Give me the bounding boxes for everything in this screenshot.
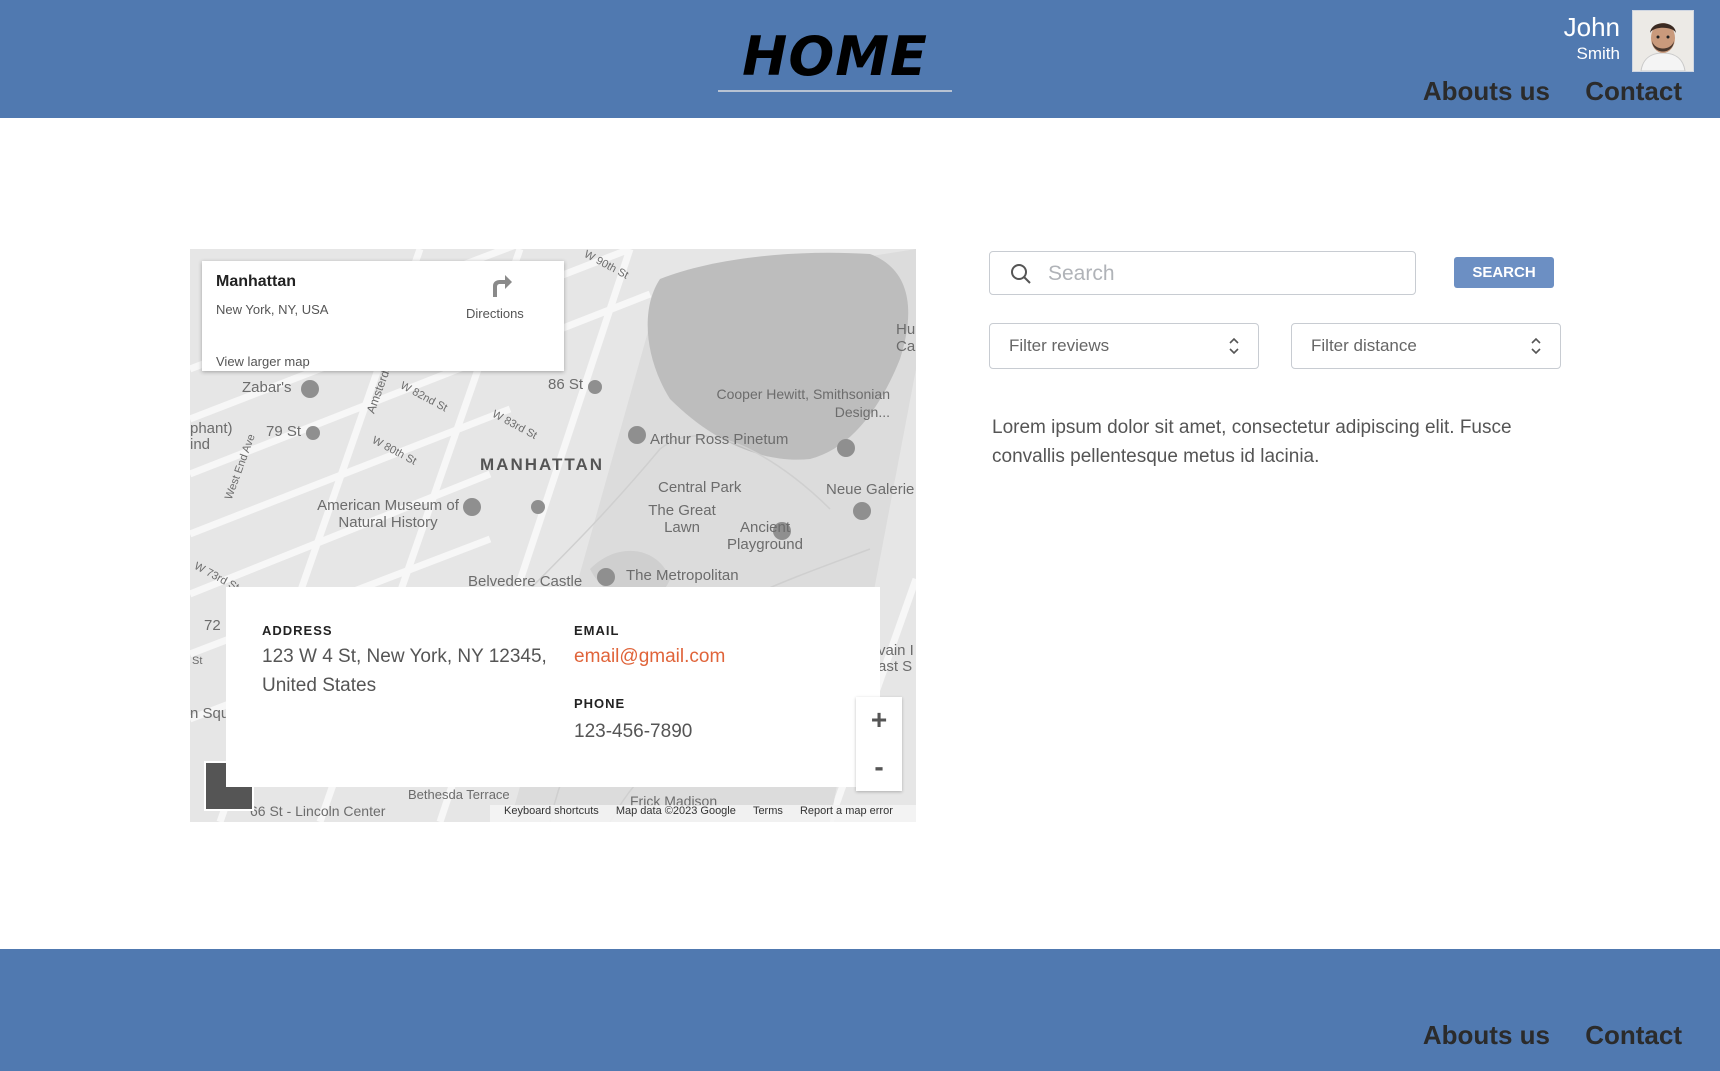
- address-line2: United States: [262, 675, 377, 696]
- map-label: Zabar's: [242, 379, 292, 396]
- chevron-updown-icon: [1531, 337, 1541, 355]
- search-button[interactable]: SEARCH: [1454, 257, 1554, 288]
- address-label: ADDRESS: [262, 623, 333, 638]
- search-input[interactable]: [1046, 258, 1400, 290]
- map-zoom-controls: + -: [856, 697, 902, 791]
- contact-card: ADDRESS 123 W 4 St, New York, NY 12345, …: [226, 587, 880, 787]
- map-label: Cooper Hewitt, Smithsonian Design...: [716, 386, 890, 420]
- map-label: 66 St - Lincoln Center: [250, 803, 386, 819]
- avatar[interactable]: [1632, 10, 1694, 72]
- map-label: 79 St: [266, 423, 302, 440]
- chevron-updown-icon: [1229, 337, 1239, 355]
- footer: Abouts us Contact: [0, 949, 1720, 1071]
- map-label: The Great Lawn: [648, 502, 716, 536]
- email-link[interactable]: email@gmail.com: [574, 642, 725, 671]
- page-title: HOME: [718, 24, 952, 92]
- map-label: vain I ast S: [878, 642, 914, 675]
- place-name: Manhattan: [216, 273, 296, 290]
- map-label: Ancient Playground: [727, 519, 803, 553]
- map-label: n Squ: [190, 705, 230, 722]
- footer-about-link[interactable]: Abouts us: [1423, 1020, 1550, 1050]
- description-text: Lorem ipsum dolor sit amet, consectetur …: [992, 417, 1512, 467]
- filter-reviews-label: Filter reviews: [1009, 336, 1110, 355]
- zoom-in-button[interactable]: +: [856, 697, 902, 744]
- map-label: MANHATTAN: [480, 455, 605, 474]
- map-data-text: Map data ©2023 Google: [615, 805, 736, 817]
- filter-reviews-select[interactable]: Filter reviews: [989, 323, 1259, 369]
- report-error-link[interactable]: Report a map error: [800, 805, 893, 817]
- map-label: phant) ind: [190, 420, 233, 453]
- place-card: Manhattan New York, NY, USA View larger …: [202, 261, 564, 371]
- map-label: The Metropolitan: [626, 567, 739, 584]
- address-line1: 123 W 4 St, New York, NY 12345,: [262, 646, 547, 667]
- map-label: American Museum of Natural History: [317, 497, 459, 531]
- user-last-name: Smith: [1576, 44, 1620, 63]
- map-label: 72: [204, 617, 221, 634]
- map-label: Arthur Ross Pinetum: [650, 431, 789, 448]
- phone-label: PHONE: [574, 696, 626, 711]
- nav-about-link[interactable]: Abouts us: [1423, 76, 1550, 106]
- user-first-name: John: [1563, 12, 1620, 42]
- map-label: 86 St: [548, 376, 584, 393]
- view-larger-map-link[interactable]: View larger map: [216, 354, 310, 369]
- directions-icon[interactable]: [488, 273, 514, 299]
- map-label: St: [192, 655, 203, 667]
- filter-distance-label: Filter distance: [1311, 336, 1417, 355]
- map-embed[interactable]: 86 St Zabar's 79 St MANHATTAN Arthur Ros…: [190, 249, 916, 822]
- map-attribution: Keyboard shortcuts Map data ©2023 Google…: [490, 805, 916, 822]
- filter-distance-select[interactable]: Filter distance: [1291, 323, 1561, 369]
- map-label: Hu Cam: [896, 321, 916, 355]
- zoom-out-button[interactable]: -: [856, 744, 902, 791]
- place-subtitle: New York, NY, USA: [216, 302, 329, 317]
- email-label: EMAIL: [574, 623, 620, 638]
- footer-nav: Abouts us Contact: [1395, 1020, 1682, 1051]
- keyboard-shortcuts-link[interactable]: Keyboard shortcuts: [504, 805, 599, 817]
- nav-contact-link[interactable]: Contact: [1585, 76, 1682, 106]
- map-label: Bethesda Terrace: [408, 787, 510, 802]
- search-icon: [1011, 264, 1031, 284]
- map-label: Central Park: [658, 479, 742, 496]
- header: HOME John Smith Abouts us Contact: [0, 0, 1720, 118]
- header-nav: Abouts us Contact: [1395, 76, 1682, 107]
- search-field[interactable]: [989, 251, 1416, 295]
- map-label: Neue Galerie: [826, 481, 915, 498]
- footer-contact-link[interactable]: Contact: [1585, 1020, 1682, 1050]
- terms-link[interactable]: Terms: [753, 805, 783, 817]
- directions-label[interactable]: Directions: [466, 306, 524, 321]
- phone-value: 123-456-7890: [574, 721, 693, 742]
